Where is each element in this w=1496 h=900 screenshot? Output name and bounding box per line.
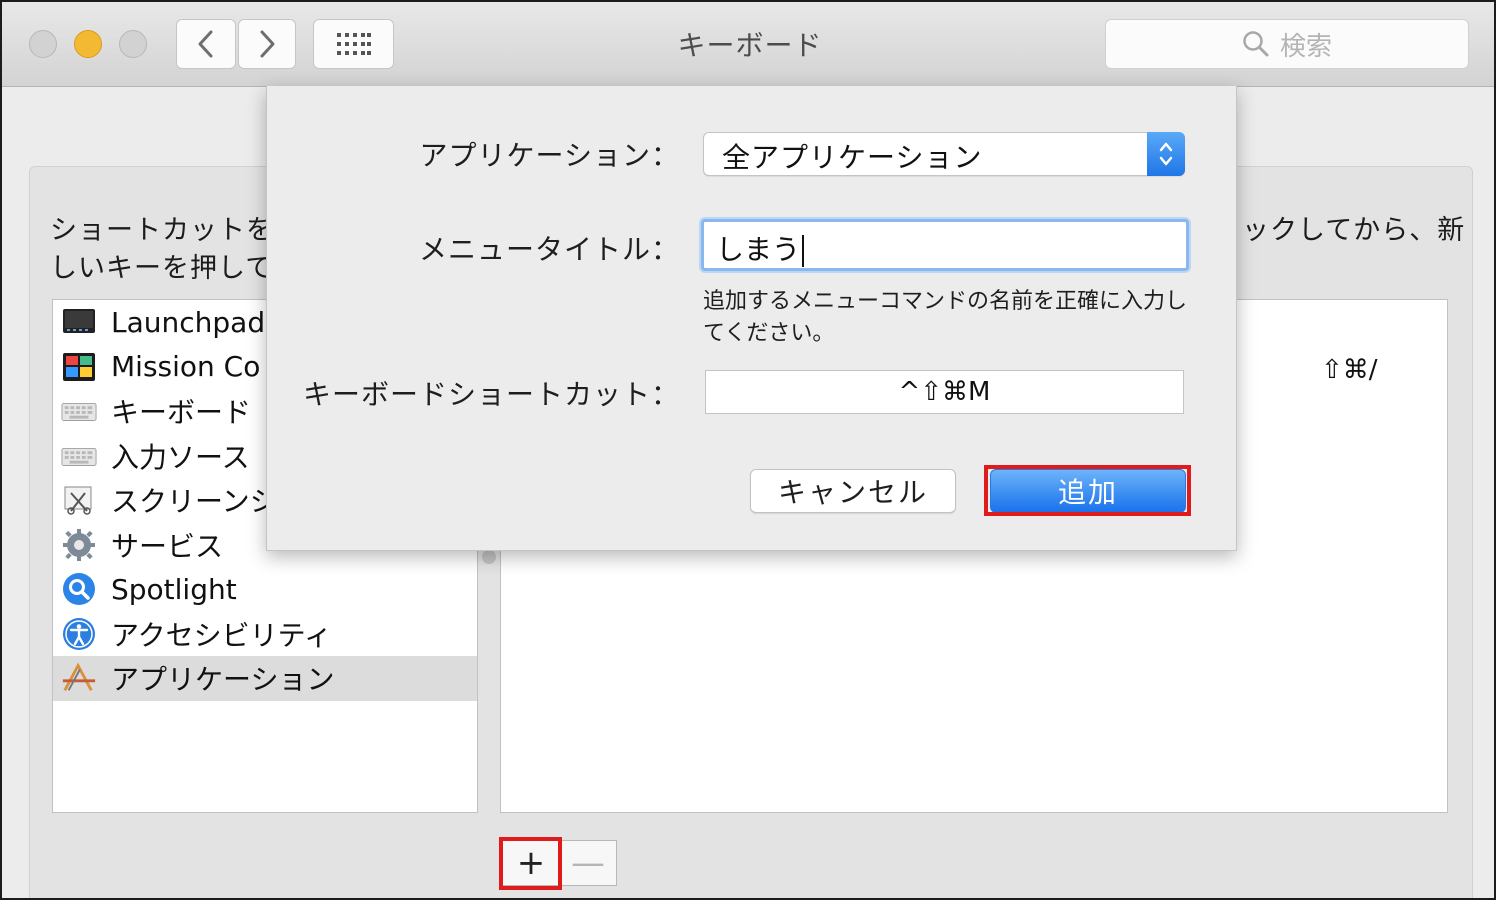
- spotlight-icon: [61, 571, 97, 607]
- sidebar-item-label: Mission Co: [111, 350, 261, 384]
- chevron-left-icon: [198, 30, 213, 58]
- instruction-text-right: ックしてから、新: [1242, 215, 1466, 246]
- sidebar-item-app-shortcuts[interactable]: アプリケーション: [53, 656, 477, 701]
- add-shortcut-button[interactable]: +: [502, 840, 560, 886]
- keyboard-shortcut-label: キーボードショートカット：: [302, 378, 680, 411]
- zoom-window-button[interactable]: [119, 30, 147, 58]
- chevron-right-icon: [260, 30, 275, 58]
- grid-icon: [336, 33, 371, 55]
- menu-title-text: しまう: [716, 233, 801, 266]
- keyboard-icon: [61, 438, 97, 474]
- sidebar-item-label: スクリーンシ: [111, 485, 278, 519]
- cancel-button[interactable]: キャンセル: [750, 469, 956, 513]
- menu-title-value: しまう: [716, 228, 805, 268]
- minus-icon: —: [571, 843, 605, 883]
- back-button[interactable]: [176, 19, 236, 69]
- menu-title-label: メニュータイトル：: [418, 233, 680, 266]
- close-window-button[interactable]: [29, 30, 57, 58]
- instruction-text-left: ショートカットを しいキーを押して: [50, 215, 274, 284]
- select-stepper-icon: [1147, 132, 1185, 176]
- show-all-button[interactable]: [313, 19, 394, 69]
- search-icon: [1243, 31, 1269, 57]
- window-title: キーボード: [677, 29, 823, 62]
- add-button[interactable]: 追加: [990, 469, 1186, 513]
- search-placeholder: 検索: [1279, 31, 1332, 62]
- sidebar-item-label: サービス: [111, 529, 224, 563]
- remove-shortcut-button[interactable]: —: [559, 840, 617, 886]
- application-label: アプリケーション：: [419, 139, 680, 172]
- forward-button[interactable]: [238, 19, 296, 69]
- split-view-handle[interactable]: [482, 550, 496, 564]
- text-caret: [802, 235, 805, 267]
- application-select[interactable]: 全アプリケーション: [703, 132, 1185, 176]
- sidebar-item-label: アクセシビリティ: [111, 618, 332, 652]
- shortcut-key-combo: ⇧⌘/: [1321, 355, 1378, 385]
- add-shortcut-sheet: アプリケーション： 全アプリケーション メニュータイトル： しまう 追加するメニ…: [266, 86, 1237, 551]
- sidebar-item-spotlight[interactable]: Spotlight: [53, 567, 477, 612]
- add-remove-controls: + —: [502, 840, 617, 886]
- plus-icon: +: [516, 843, 546, 883]
- accessibility-icon: [61, 616, 97, 652]
- gear-icon: [61, 527, 97, 563]
- minimize-window-button[interactable]: [74, 30, 102, 58]
- keyboard-shortcut-field[interactable]: ^⇧⌘M: [705, 370, 1184, 414]
- title-bar: キーボード 検索: [2, 2, 1494, 87]
- application-select-value: 全アプリケーション: [722, 141, 983, 174]
- sidebar-item-label: アプリケーション: [111, 663, 335, 697]
- menu-title-input[interactable]: しまう: [701, 219, 1189, 271]
- sidebar-item-label: Launchpad: [111, 305, 266, 339]
- preferences-window: キーボード 検索 ショートカットを しいキーを押して ックしてから、新 Laun…: [0, 0, 1496, 900]
- keyboard-icon: [61, 393, 97, 429]
- sidebar-item-label: キーボード: [111, 396, 252, 430]
- sidebar-item-label: 入力ソース: [111, 440, 250, 474]
- screenshot-icon: [61, 482, 97, 518]
- search-field[interactable]: 検索: [1105, 19, 1469, 69]
- app-shortcuts-icon: [61, 660, 97, 696]
- mission-control-icon: [61, 349, 97, 385]
- menu-title-help-text: 追加するメニューコマンドの名前を正確に入力してください。: [703, 289, 1188, 346]
- launchpad-icon: [61, 304, 97, 340]
- sidebar-item-label: Spotlight: [111, 572, 237, 606]
- sidebar-item-accessibility[interactable]: アクセシビリティ: [53, 612, 477, 657]
